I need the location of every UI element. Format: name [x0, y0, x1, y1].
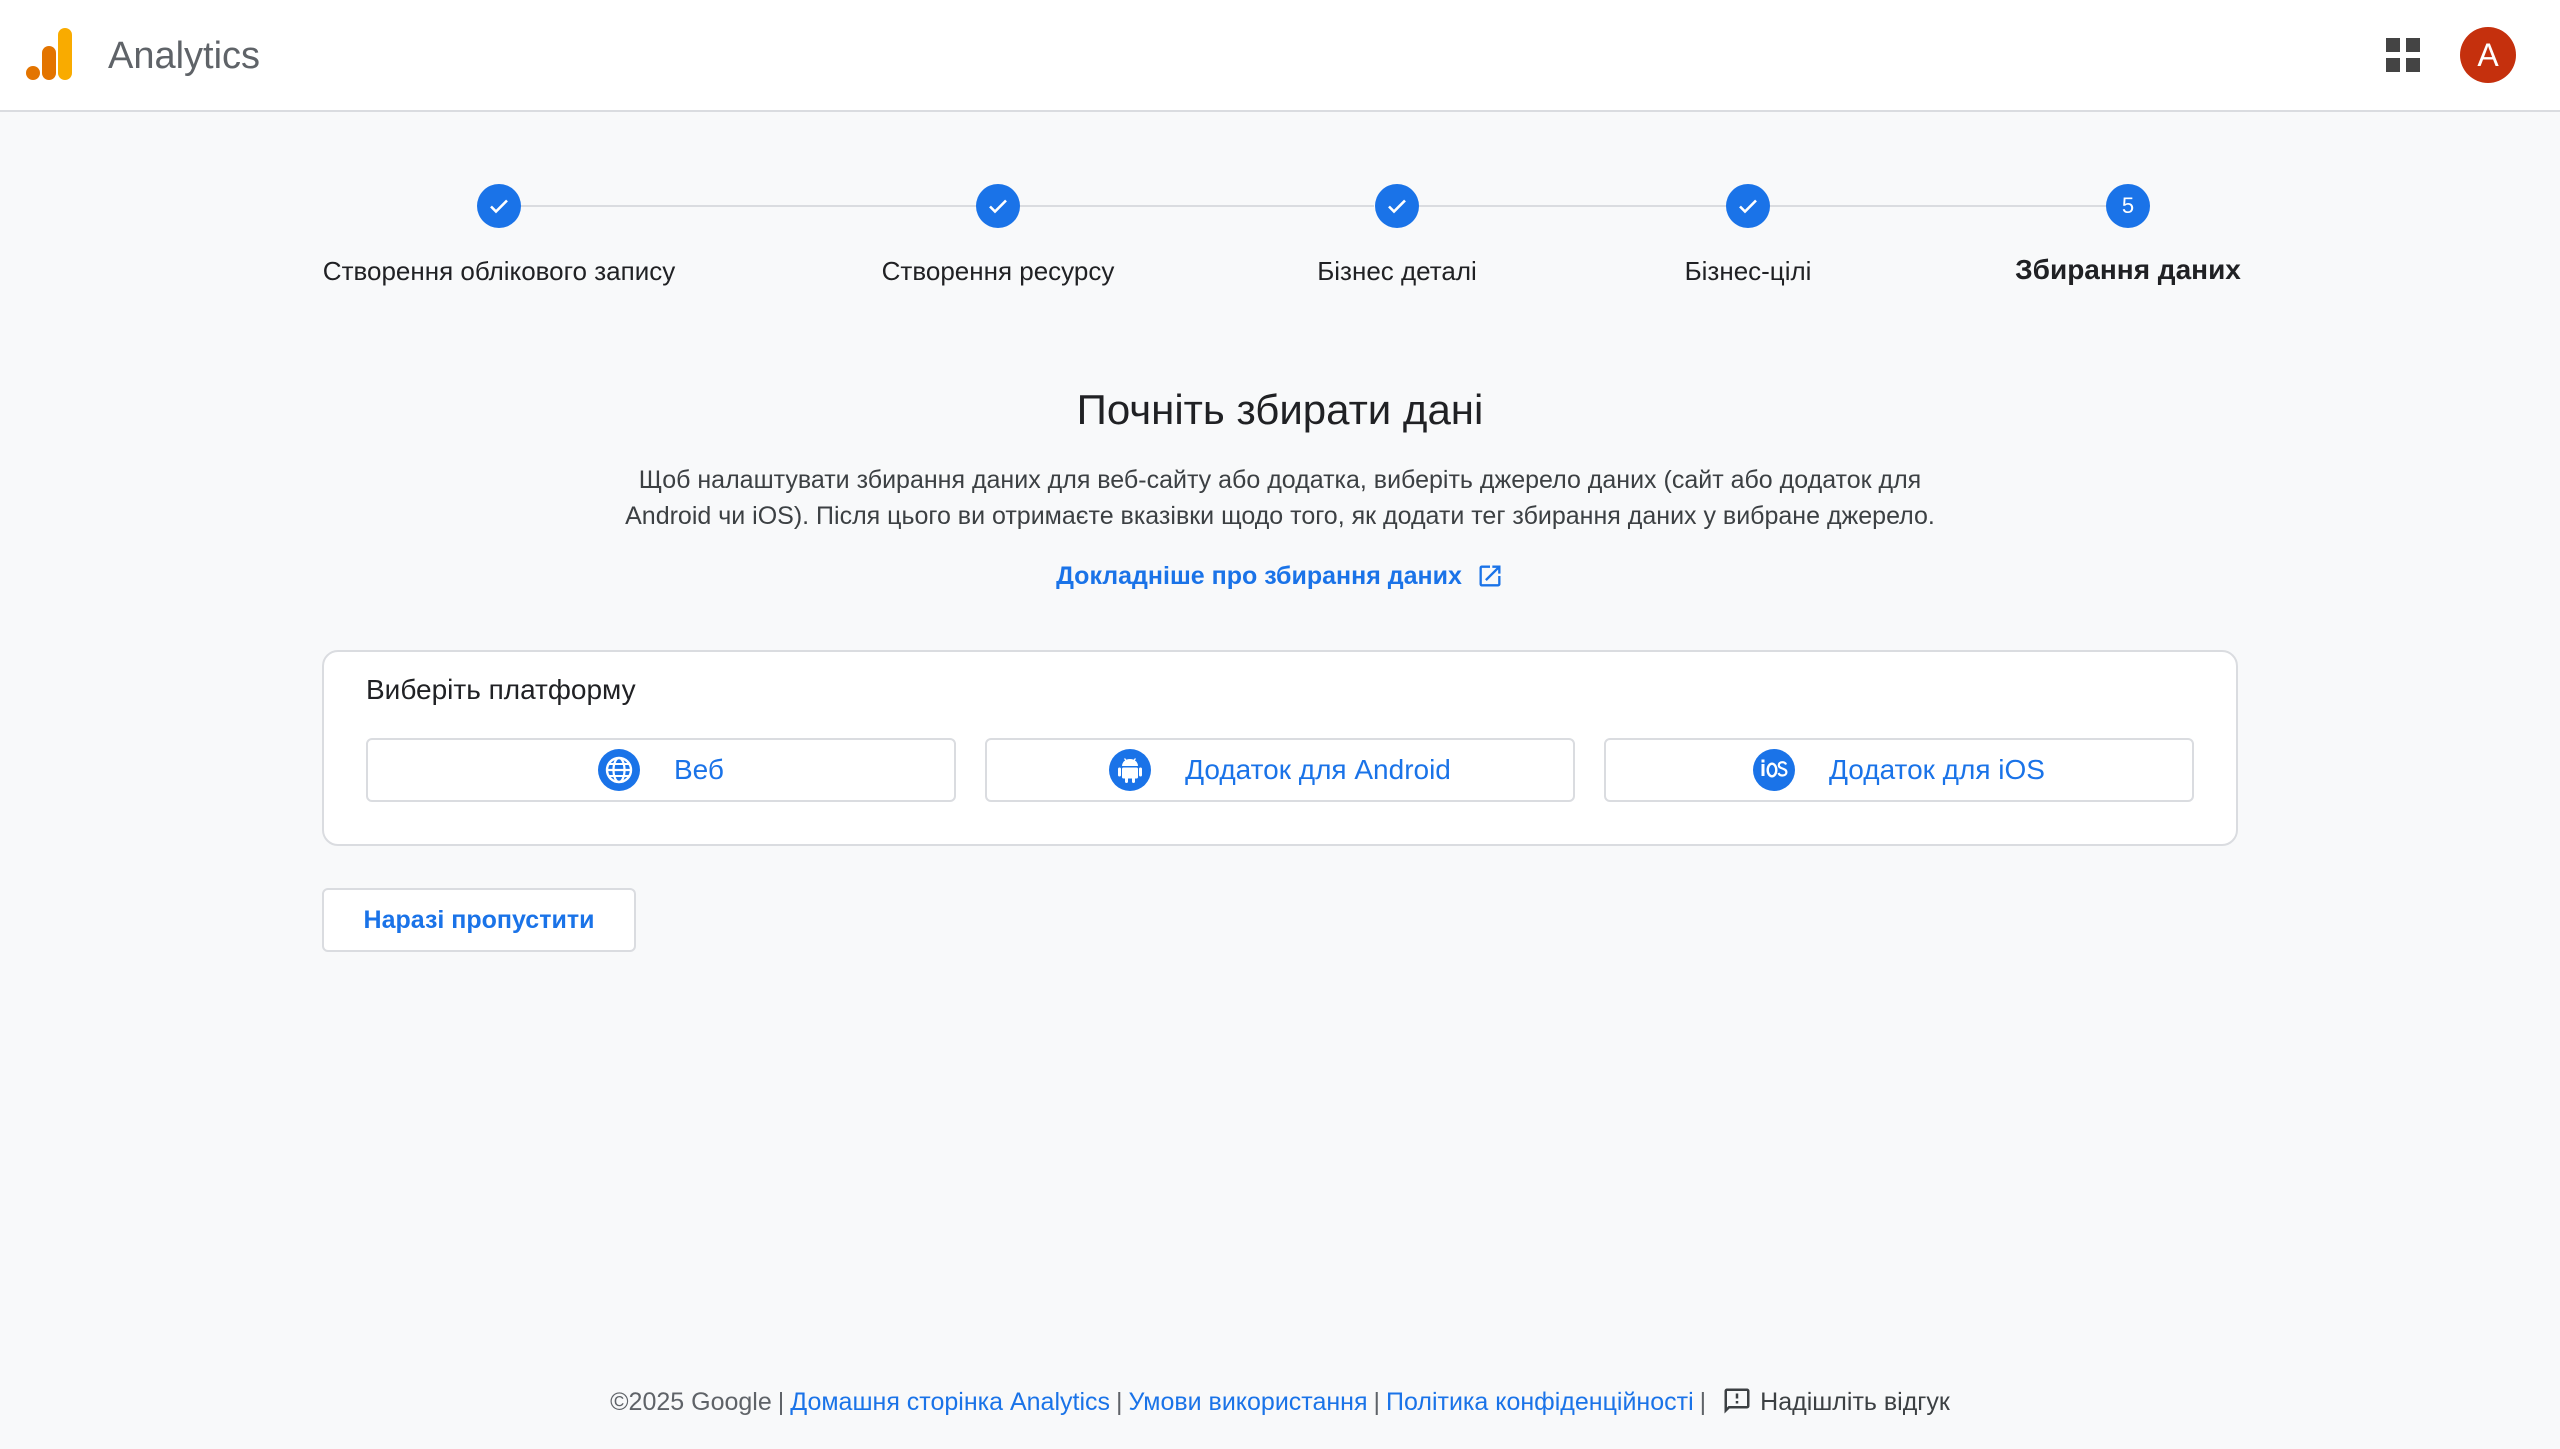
description-line: Android чи iOS). Після цього ви отримаєт… [625, 502, 1935, 530]
footer-link-privacy[interactable]: Політика конфіденційності [1386, 1388, 1694, 1416]
web-platform-label: Веб [674, 754, 724, 785]
learn-more-link[interactable]: Докладніше про збирання даних [1056, 562, 1504, 590]
web-platform-button[interactable]: Веб [366, 738, 956, 802]
step-label-active: Збирання даних [2015, 254, 2241, 285]
step-connector [1020, 205, 1374, 207]
check-icon [1388, 199, 1406, 214]
platform-heading: Виберіть платформу [366, 674, 636, 705]
step-connector [1418, 205, 1726, 207]
check-icon [989, 199, 1007, 214]
app-title: Analytics [108, 35, 261, 77]
platform-card: Виберіть платформу Веб Додаток для Andro… [322, 650, 2238, 846]
step-done-check [477, 184, 521, 228]
feedback-label: Надішліть відгук [1760, 1388, 1950, 1416]
step-number: 5 [2106, 184, 2150, 228]
android-icon [1109, 749, 1152, 791]
android-platform-label: Додаток для Android [1185, 754, 1451, 785]
description-line: Щоб налаштувати збирання даних для веб-с… [638, 466, 1922, 494]
check-icon [1739, 199, 1757, 214]
step-done-check [1375, 184, 1419, 228]
step-label: Бізнес деталі [1317, 256, 1477, 286]
step-done-check [976, 184, 1020, 228]
copyright: ©2025 Google [610, 1388, 772, 1416]
learn-more-text: Докладніше про збирання даних [1056, 562, 1462, 590]
footer-link-terms[interactable]: Умови використання [1129, 1388, 1368, 1416]
check-icon [490, 199, 508, 214]
apps-grid-icon[interactable] [2386, 38, 2420, 72]
footer-separator: | [777, 1388, 785, 1416]
feedback-icon [1724, 1388, 1750, 1414]
step-done-check [1726, 184, 1770, 228]
page-description: Щоб налаштувати збирання даних для веб-с… [560, 462, 2000, 534]
footer-separator: | [1116, 1388, 1123, 1416]
learn-more-row: Докладніше про збирання даних [0, 562, 2560, 591]
setup-stepper: Створення облікового запису Створення ре… [0, 180, 2560, 300]
send-feedback-button[interactable]: Надішліть відгук [1712, 1388, 1950, 1416]
account-avatar[interactable]: A [2460, 27, 2516, 83]
page-title: Почніть збирати дані [1076, 386, 1484, 433]
footer: ©2025 Google | Домашня сторінка Analytics |… [0, 1386, 2560, 1417]
step-label: Створення ресурсу [881, 256, 1115, 286]
footer-link-analytics-home[interactable]: Домашня сторінка Analytics [790, 1388, 1110, 1416]
android-platform-button[interactable]: Додаток для Android [985, 738, 1575, 802]
ios-icon [1753, 749, 1796, 791]
step-label: Бізнес-цілі [1684, 256, 1812, 286]
globe-icon [598, 749, 640, 791]
open-in-new-icon [1479, 565, 1501, 587]
skip-button[interactable]: Наразі пропустити [322, 888, 636, 952]
step-label: Створення облікового запису [322, 256, 676, 286]
ios-platform-button[interactable]: Додаток для iOS [1604, 738, 2194, 802]
footer-separator: | [1373, 1388, 1381, 1416]
footer-separator: | [1699, 1388, 1707, 1416]
ios-platform-label: Додаток для iOS [1829, 754, 2045, 785]
top-app-bar: Analytics A [0, 0, 2560, 112]
analytics-logo[interactable] [26, 28, 74, 80]
step-connector [520, 205, 980, 207]
step-connector [1770, 205, 2106, 207]
